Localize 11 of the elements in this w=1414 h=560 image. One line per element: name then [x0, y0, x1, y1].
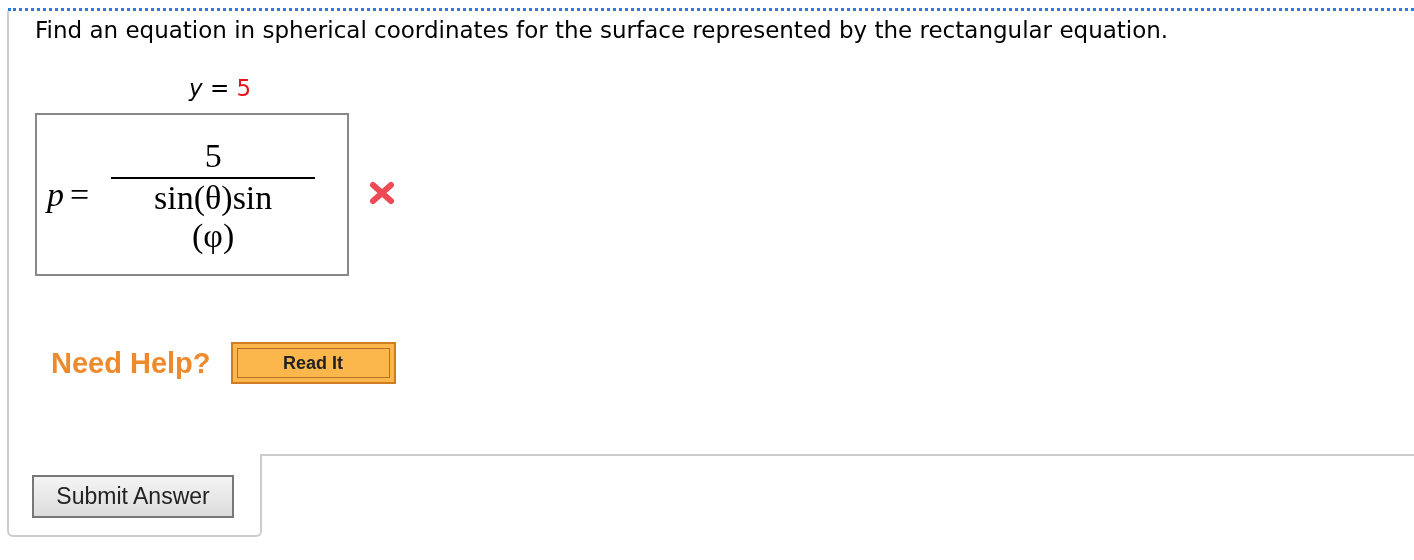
denominator-text: sin(θ)sin [154, 178, 273, 217]
submit-answer-button[interactable]: Submit Answer [32, 475, 234, 518]
fraction-numerator: 5 [111, 134, 316, 179]
read-it-button[interactable]: Read It [230, 342, 396, 384]
denominator-text: (φ) [191, 216, 236, 255]
equals-sign: = [70, 175, 90, 214]
answer-field[interactable]: p = 5 sin(θ)sin (φ) [35, 113, 349, 276]
given-equation: y = 5 [189, 74, 253, 103]
need-help-label: Need Help? [51, 346, 211, 380]
answer-variable: p [47, 175, 64, 214]
question-text: Find an equation in spherical coordinates for the surface represented by the rectangular equation. [35, 16, 1170, 45]
